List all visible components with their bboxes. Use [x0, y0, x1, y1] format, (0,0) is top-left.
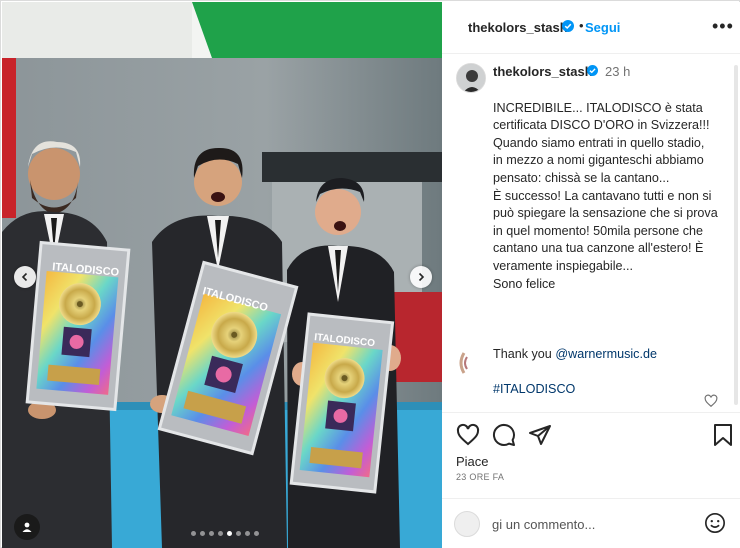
mention-link[interactable]: @warnermusic.de — [555, 347, 657, 361]
smiley-icon[interactable] — [704, 512, 726, 534]
chevron-right-icon — [418, 272, 425, 282]
comment-bubble-icon[interactable] — [492, 423, 516, 447]
chevron-left-icon — [21, 272, 28, 282]
carousel-dot — [254, 531, 259, 536]
verified-badge-icon — [562, 20, 574, 32]
heart-icon[interactable] — [456, 423, 480, 447]
caption-line: INCREDIBILE... ITALODISCO è stata — [493, 100, 703, 115]
caption-line: può spiegare la sensazione che si prova — [493, 206, 718, 221]
comments-scrollbar[interactable] — [734, 65, 738, 405]
follow-button[interactable]: Segui — [585, 20, 620, 35]
previous-slide-button[interactable] — [14, 266, 36, 288]
post-timestamp: 23 ORE FA — [456, 472, 505, 482]
caption-body: INCREDIBILE... ITALODISCO è stata certifi… — [493, 100, 733, 294]
carousel-dot — [227, 531, 232, 536]
caption-timestamp: 23 h — [605, 64, 631, 79]
next-slide-button[interactable] — [410, 266, 432, 288]
caption-line: in mezzo a nomi giganteschi abbiamo — [493, 153, 704, 168]
carousel-dot — [209, 531, 214, 536]
heart-icon[interactable] — [704, 394, 718, 408]
bookmark-icon[interactable] — [712, 423, 734, 447]
add-comment-bar — [442, 498, 740, 548]
more-options-icon[interactable]: ••• — [712, 16, 734, 37]
avatar — [454, 511, 480, 537]
carousel-dot — [245, 531, 250, 536]
carousel-indicator — [191, 531, 259, 536]
caption-line: cantano una tua canzone all'estero! È — [493, 241, 704, 256]
caption-line: Quando siamo entrati in quello stadio, — [493, 135, 705, 150]
carousel-dot — [200, 531, 205, 536]
plaque-label: ITALODISCO — [314, 332, 376, 349]
post-side-panel: thekolors_stash • Segui ••• thekolors_st… — [442, 2, 740, 548]
header-username[interactable]: thekolors_stash — [468, 20, 568, 35]
plaque-labels: ITALODISCO ITALODISCO ITALODISCO — [52, 261, 376, 349]
caption-thanks-line: Thank you @warnermusic.de — [493, 346, 733, 364]
avatar-image — [457, 64, 485, 92]
plaque-label: ITALODISCO — [201, 285, 269, 314]
tagged-users-button[interactable] — [14, 514, 40, 540]
carousel-dot — [218, 531, 223, 536]
separator-dot: • — [579, 18, 584, 33]
caption-line: È successo! La cantavano tutti e non si — [493, 188, 712, 203]
caption-line: Sono felice — [493, 276, 556, 291]
comment-avatar[interactable] — [456, 349, 484, 377]
post-media[interactable]: ITALODISCO ITALODISCO ITALODISCO — [2, 2, 442, 548]
verified-badge-icon — [587, 65, 598, 76]
caption-line: certificata DISCO D'ORO in Svizzera!!! — [493, 118, 710, 133]
carousel-dot — [236, 531, 241, 536]
post-actions: Piace 23 ORE FA — [442, 412, 740, 496]
comments-section[interactable]: thekolors_stash 23 h INCREDIBILE... ITAL… — [442, 55, 740, 411]
caption-line: pensato: chissà se la cantano... — [493, 170, 670, 185]
caption-thanks: Thank you — [493, 346, 556, 361]
caption-text: INCREDIBILE... ITALODISCO è stata certifi… — [493, 82, 733, 411]
carousel-dot — [191, 531, 196, 536]
post-header: thekolors_stash • Segui ••• — [442, 2, 740, 54]
avatar-image — [456, 349, 484, 377]
plaque-label: ITALODISCO — [52, 261, 120, 279]
avatar[interactable] — [456, 63, 486, 93]
post-dialog: ITALODISCO ITALODISCO ITALODISCO thekolo… — [0, 0, 740, 548]
paper-plane-icon[interactable] — [528, 423, 552, 447]
comment-input[interactable] — [492, 514, 692, 534]
caption-line: veramente inspiegabile... — [493, 258, 634, 273]
caption-username[interactable]: thekolors_stash — [493, 64, 593, 79]
likes-label[interactable]: Piace — [456, 454, 489, 469]
user-tag-icon — [22, 522, 32, 532]
hashtag-link[interactable]: #ITALODISCO — [493, 382, 575, 396]
caption-line: in quel momento! 50mila persone che — [493, 223, 704, 238]
